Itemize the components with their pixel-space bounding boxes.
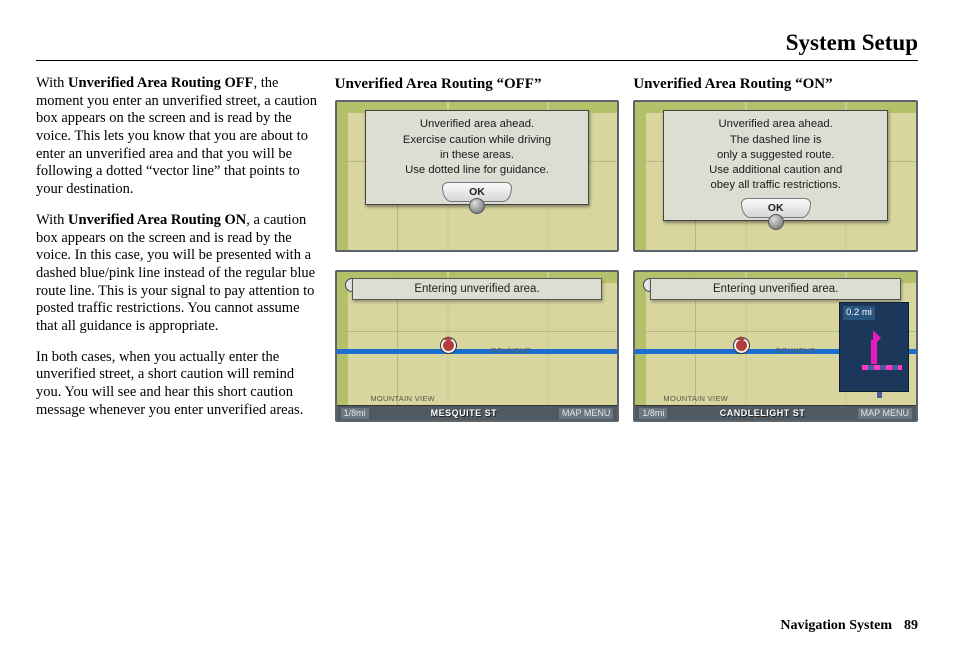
content-columns: With Unverified Area Routing OFF, the mo… [36,75,918,432]
street-label-roundup: ROUNDUP [776,346,816,355]
off-heading: Unverified Area Routing “OFF” [335,75,620,93]
on-column: Unverified Area Routing “ON” Unverified … [633,75,918,432]
caution-dialog: Unverified area ahead. Exercise caution … [365,110,590,205]
turn-arrow-icon [857,330,891,364]
ok-button[interactable]: OK [442,182,512,202]
text: , the moment you enter an unverified str… [36,75,317,197]
page-title: System Setup [36,30,918,56]
turn-distance: 0.2 mi [843,306,875,320]
page-number: 89 [904,618,918,633]
entering-banner: Entering unverified area. [352,278,603,300]
caution-line: Use dotted line for guidance. [370,163,585,178]
off-screen-caution: Unverified area ahead. Exercise caution … [335,100,620,252]
caution-line: in these areas. [370,148,585,163]
map-menu-button[interactable]: MAP MENU [858,408,912,419]
current-street: CANDLELIGHT ST [673,408,851,419]
caution-line: The dashed line is [668,133,883,148]
route-line-blue [337,349,618,354]
text: , a caution box appears on the screen an… [36,212,315,334]
on-heading: Unverified Area Routing “ON” [633,75,918,93]
paragraph-both: In both cases, when you actually enter t… [36,349,321,420]
ok-button[interactable]: OK [741,198,811,218]
caution-line: only a suggested route. [668,148,883,163]
footer-label: Navigation System [780,618,892,633]
turn-guidance-tile: 0.2 mi [839,302,909,392]
map-scale: 1/8mi [639,408,667,419]
street-label-mtview: MOUNTAIN VIEW [663,394,728,403]
caution-line: Unverified area ahead. [668,117,883,132]
entering-banner: Entering unverified area. [650,278,901,300]
text: With [36,75,68,91]
street-label-mtview: MOUNTAIN VIEW [370,394,435,403]
map-bottom-bar: 1/8mi CANDLELIGHT ST MAP MENU [635,405,916,420]
title-rule [36,60,918,61]
map-menu-button[interactable]: MAP MENU [559,408,613,419]
bold-on: Unverified Area Routing ON [68,212,246,228]
off-screen-map: Entering unverified area. ROUNDUP MOUNTA… [335,270,620,422]
on-screen-map: Entering unverified area. ROUNDUP MOUNTA… [633,270,918,422]
paragraph-on: With Unverified Area Routing ON, a cauti… [36,212,321,336]
paragraph-off: With Unverified Area Routing OFF, the mo… [36,75,321,199]
page-footer: Navigation System 89 [780,618,918,634]
text: With [36,212,68,228]
route-line-dashed [862,365,902,370]
map-scale: 1/8mi [341,408,369,419]
street-label-roundup: ROUNDUP [491,346,531,355]
current-street: MESQUITE ST [375,408,553,419]
text-column: With Unverified Area Routing OFF, the mo… [36,75,321,432]
off-column: Unverified Area Routing “OFF” Unverified… [335,75,620,432]
caution-line: obey all traffic restrictions. [668,178,883,193]
on-screen-caution: Unverified area ahead. The dashed line i… [633,100,918,252]
caution-line: Use additional caution and [668,163,883,178]
caution-line: Exercise caution while driving [370,133,585,148]
bold-off: Unverified Area Routing OFF [68,75,253,91]
caution-dialog: Unverified area ahead. The dashed line i… [663,110,888,220]
map-bottom-bar: 1/8mi MESQUITE ST MAP MENU [337,405,618,420]
caution-line: Unverified area ahead. [370,117,585,132]
